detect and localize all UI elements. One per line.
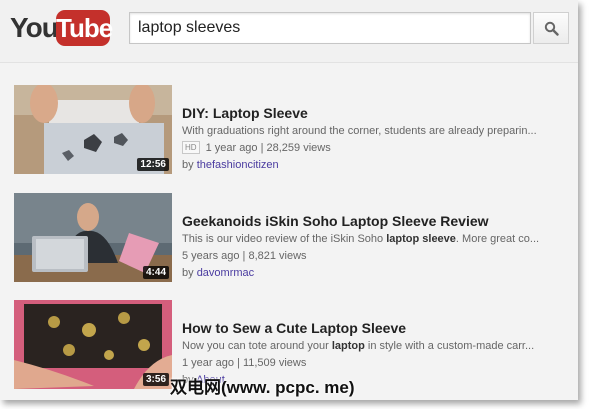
video-age-views: 1 year ago | 28,259 views (205, 142, 331, 154)
video-title[interactable]: Geekanoids iSkin Soho Laptop Sleeve Revi… (182, 213, 567, 230)
hd-badge: HD (182, 141, 200, 154)
video-duration: 12:56 (137, 158, 169, 171)
site-watermark: 双电网(www. pcpc. me) (170, 378, 355, 397)
video-byline: by thefashioncitizen (182, 157, 567, 173)
video-description: With graduations right around the corner… (182, 125, 537, 137)
description-keyword: laptop sleeve (386, 233, 456, 245)
video-description: This is our video review of the iSkin So… (182, 231, 567, 247)
logo-tube-text: Tube (56, 10, 113, 46)
result-item[interactable]: 12:56 DIY: Laptop Sleeve With graduation… (0, 85, 578, 181)
search-icon (544, 21, 559, 36)
description-text: . More great co... (455, 233, 540, 245)
video-meta: HD 1 year ago | 28,259 views (182, 140, 567, 156)
video-title[interactable]: DIY: Laptop Sleeve (182, 105, 567, 122)
video-age-views: 1 year ago | 11,509 views (182, 357, 307, 369)
result-item[interactable]: 4:44 Geekanoids iSkin Soho Laptop Sleeve… (0, 193, 578, 289)
video-byline: by davomrmac (182, 265, 567, 281)
search-button[interactable] (533, 12, 569, 44)
by-label: by (182, 267, 197, 279)
video-duration: 3:56 (142, 373, 169, 386)
youtube-window: You Tube laptop sleeves 12:56 DIY: Lapto… (0, 0, 578, 400)
video-thumbnail[interactable]: 12:56 (14, 85, 172, 174)
video-thumbnail[interactable]: 4:44 (14, 193, 172, 282)
video-age-views: 5 years ago | 8,821 views (182, 250, 307, 262)
by-label: by (182, 159, 197, 171)
description-text: This is our video review of the iSkin So… (182, 233, 387, 245)
description-keyword: laptop (331, 340, 365, 352)
video-thumbnail[interactable]: 3:56 (14, 300, 172, 389)
video-duration: 4:44 (142, 266, 169, 279)
search-input[interactable]: laptop sleeves (129, 12, 531, 44)
header-bar: You Tube laptop sleeves (0, 0, 578, 63)
youtube-logo[interactable]: You Tube (10, 10, 113, 48)
channel-link[interactable]: davomrmac (197, 267, 254, 279)
search-query-text: laptop sleeves (138, 19, 241, 36)
result-info: Geekanoids iSkin Soho Laptop Sleeve Revi… (182, 213, 567, 281)
logo-you-text: You (10, 12, 59, 43)
description-text: in style with a custom-made carr... (364, 340, 535, 352)
video-description: Now you can tote around your laptop in s… (182, 338, 567, 354)
description-text: Now you can tote around your (182, 340, 332, 352)
video-title[interactable]: How to Sew a Cute Laptop Sleeve (182, 320, 567, 337)
channel-link[interactable]: thefashioncitizen (197, 159, 279, 171)
result-info: DIY: Laptop Sleeve With graduations righ… (182, 105, 567, 173)
